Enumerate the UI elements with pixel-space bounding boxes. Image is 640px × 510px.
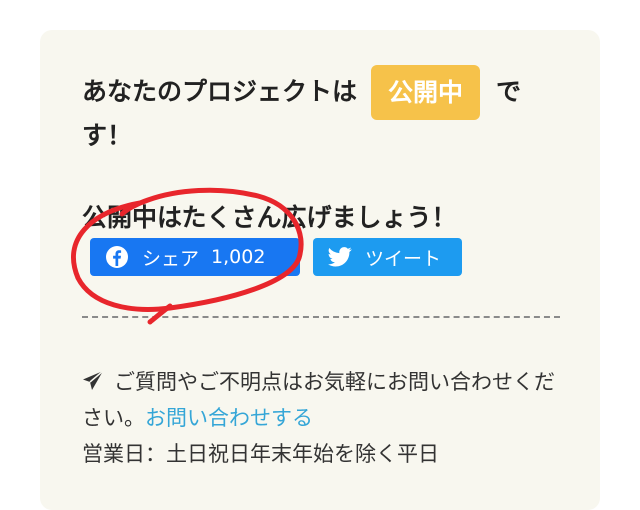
project-status-line: あなたのプロジェクトは 公開中 で <box>82 64 572 120</box>
business-hours: 営業日：土日祝日年末年始を除く平日 <box>82 442 439 466</box>
facebook-icon <box>104 244 130 270</box>
share-heading: 公開中はたくさん広げましょう！ <box>82 203 457 232</box>
twitter-tweet-label: ツイート <box>365 247 442 270</box>
facebook-share-count: 1,002 <box>211 246 266 268</box>
paper-plane-icon <box>82 367 104 390</box>
status-badge: 公開中 <box>371 64 481 120</box>
contact-link[interactable]: お問い合わせする <box>145 406 313 430</box>
status-suffix: で <box>496 77 522 106</box>
facebook-share-label: シェア <box>142 247 200 270</box>
section-divider <box>82 316 560 318</box>
status-prefix: あなたのプロジェクトは <box>82 77 358 106</box>
twitter-tweet-button[interactable]: ツイート <box>313 238 462 276</box>
status-tail: す！ <box>82 121 133 150</box>
facebook-share-button[interactable]: シェア 1,002 <box>90 238 300 276</box>
contact-message: ご質問やご不明点はお気軽にお問い合わせください。お問い合わせする <box>82 364 560 436</box>
twitter-bird-icon <box>327 244 353 270</box>
